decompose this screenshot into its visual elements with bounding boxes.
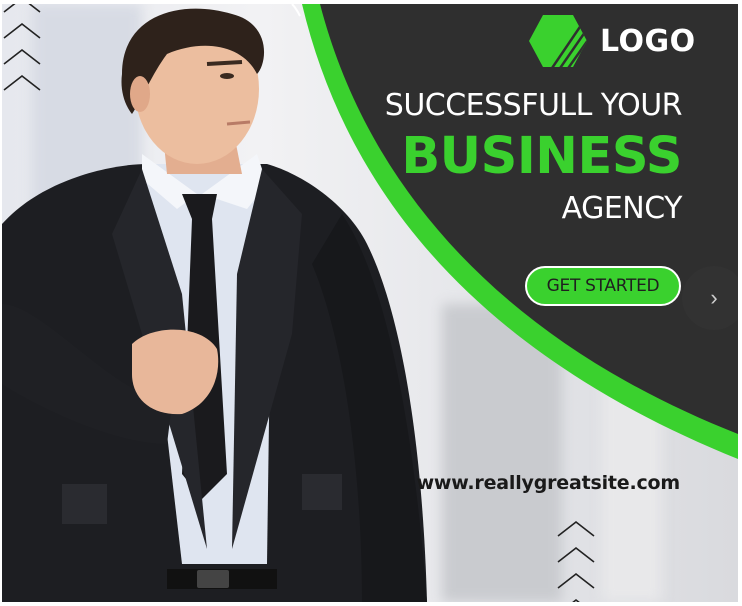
headline-line-1: SUCCESSFULL YOUR	[384, 88, 683, 123]
website-url: www.reallygreatsite.com	[416, 472, 681, 494]
poster: LOGO SUCCESSFULL YOUR BUSINESS AGENCY GE…	[2, 4, 738, 602]
hexagon-stripes-icon	[529, 15, 587, 67]
chevron-right-icon: ›	[710, 285, 718, 310]
chevrons-up-icon	[557, 520, 595, 602]
businessman-photo	[2, 8, 427, 602]
headline-line-2: BUSINESS	[401, 127, 682, 186]
logo: LOGO	[528, 14, 696, 68]
headline-line-3: AGENCY	[561, 191, 683, 226]
next-slide-button[interactable]: ›	[682, 266, 738, 330]
canvas: LOGO SUCCESSFULL YOUR BUSINESS AGENCY GE…	[0, 0, 742, 606]
get-started-button[interactable]: GET STARTED	[525, 266, 681, 306]
logo-text: LOGO	[600, 23, 696, 59]
chevrons-up-icon	[3, 4, 41, 91]
